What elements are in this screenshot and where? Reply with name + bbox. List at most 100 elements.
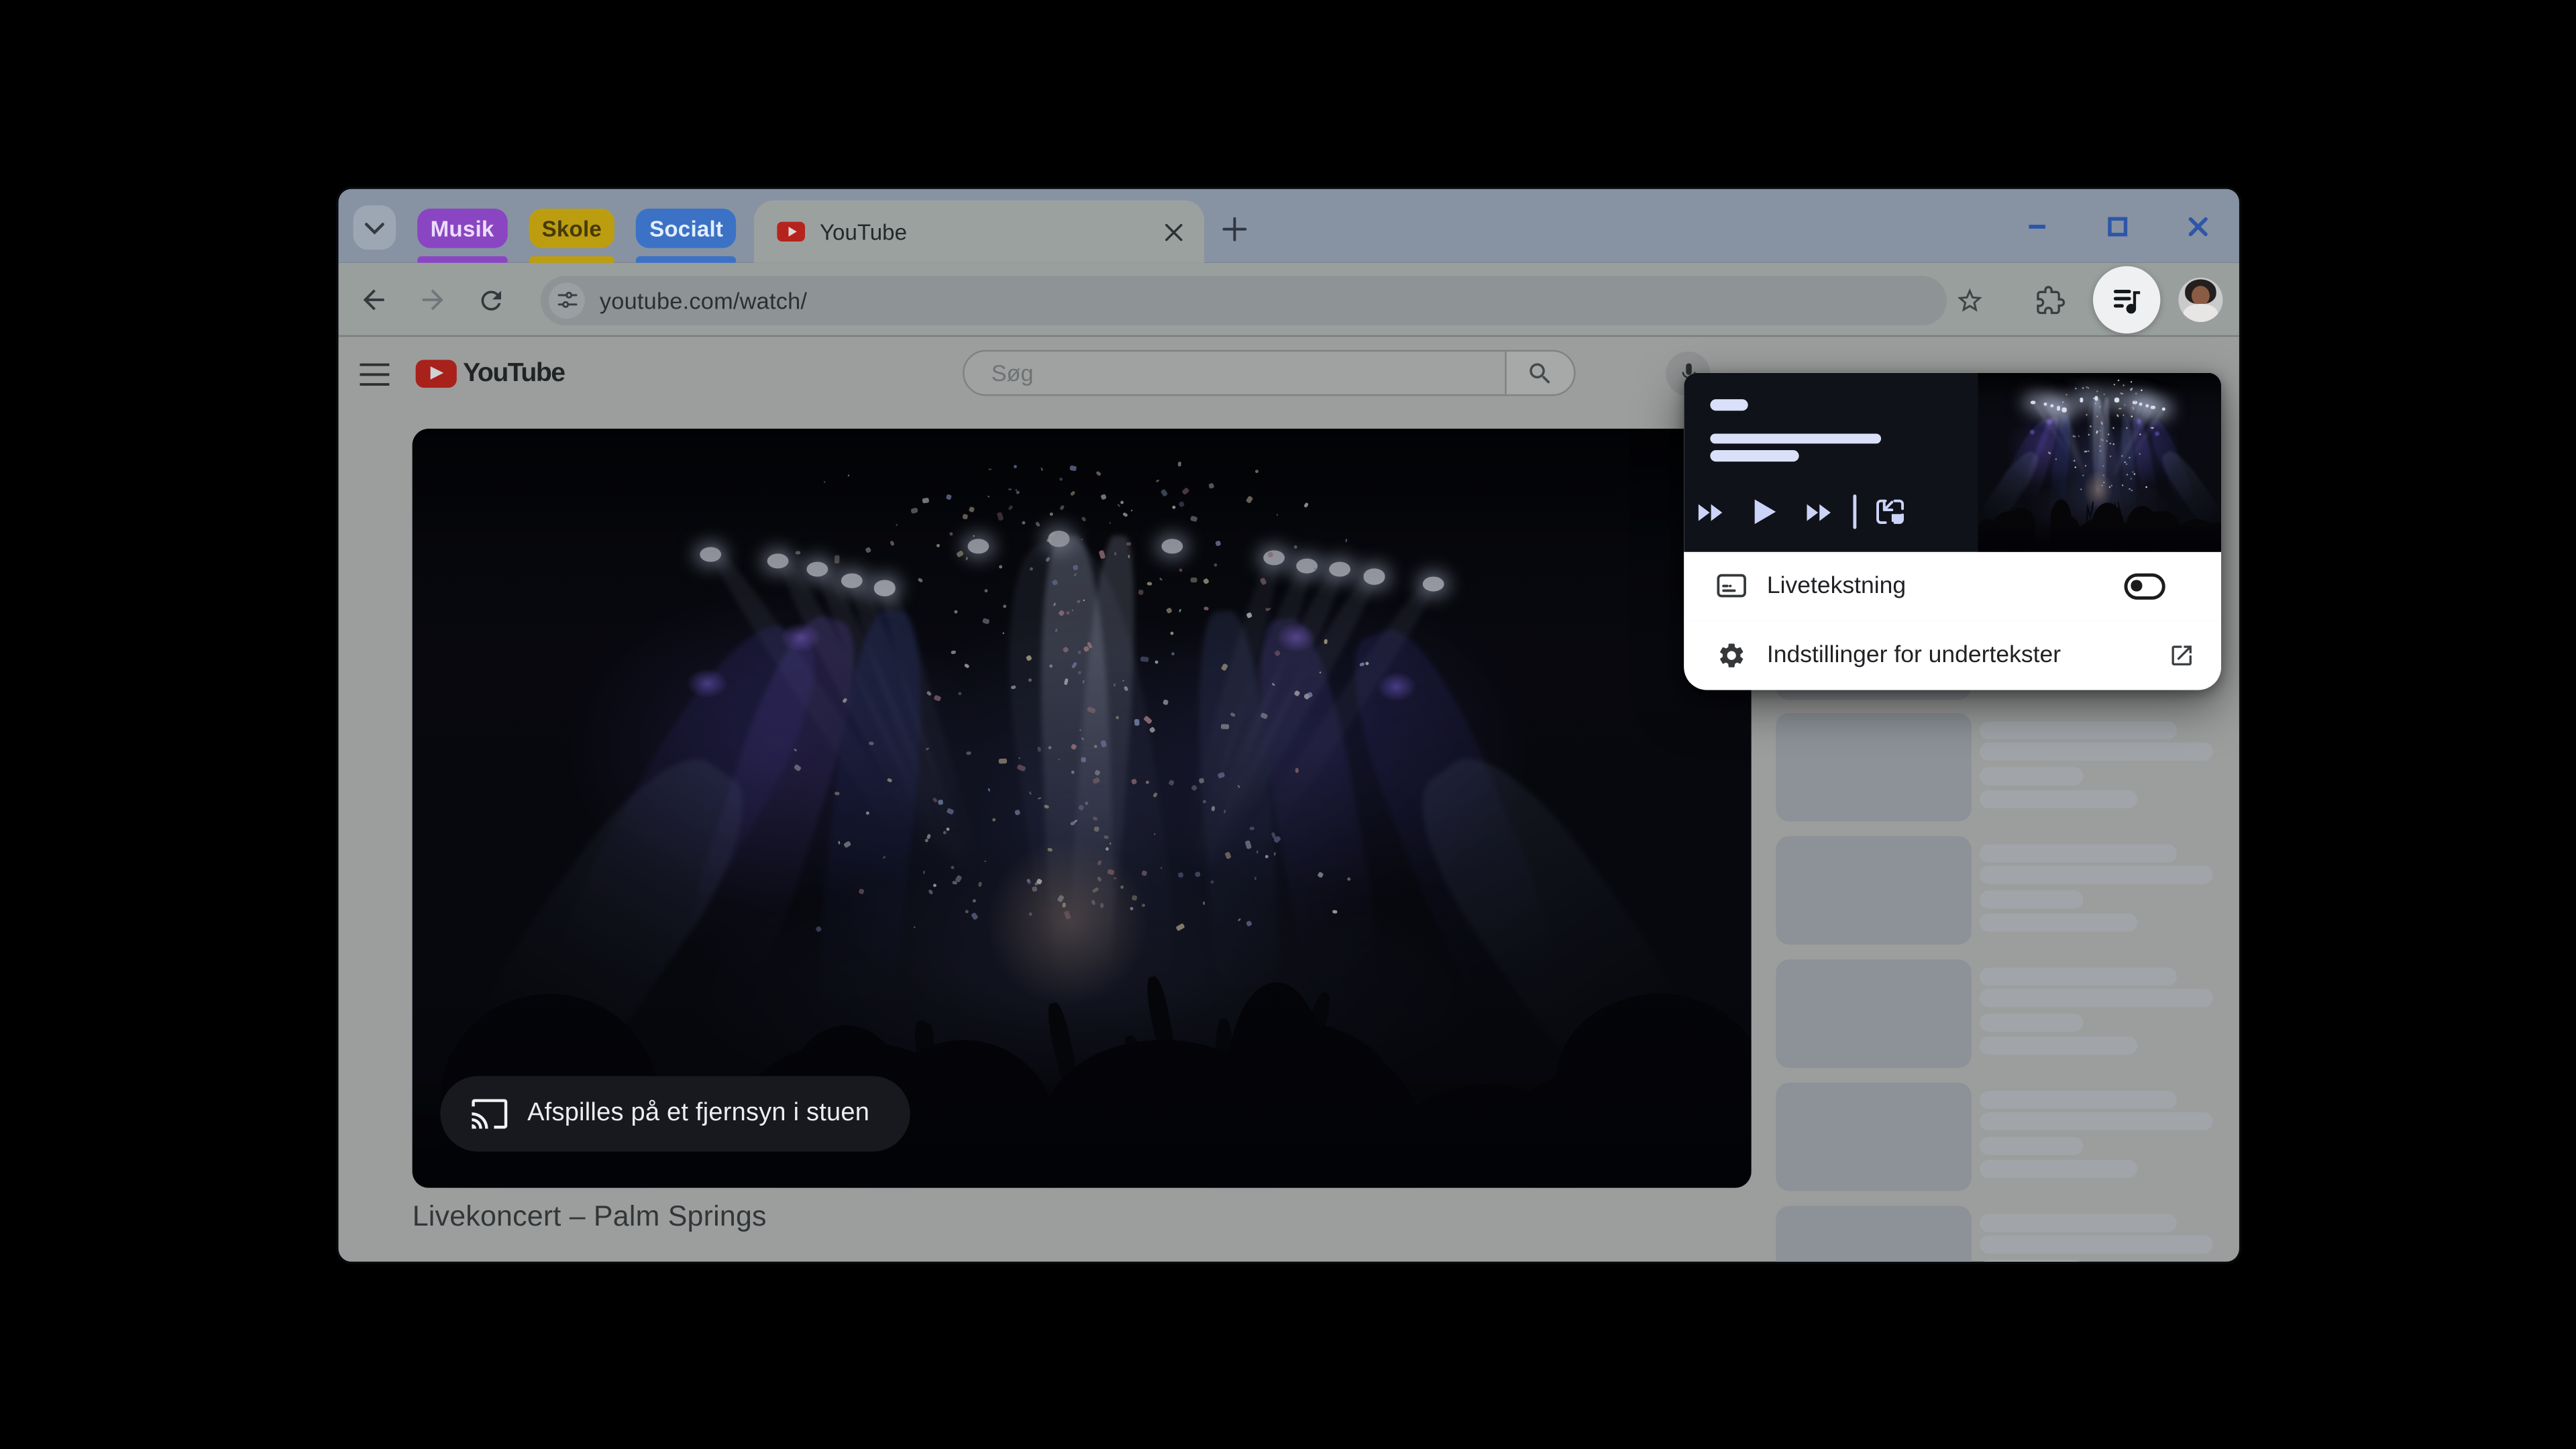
minimize-button[interactable] — [2019, 209, 2055, 245]
tab-close-icon[interactable] — [1159, 217, 1188, 246]
tab-group-chip[interactable]: Musik — [417, 209, 508, 248]
text-skeleton — [1978, 890, 2083, 909]
thumbnail-skeleton — [1776, 712, 1972, 822]
star-icon — [1957, 287, 1982, 311]
window-controls — [2019, 205, 2224, 248]
bookmark-button[interactable] — [1945, 263, 1994, 337]
browser-window: Musik Skole Socialt YouTube youtube.com/… — [338, 189, 2239, 1262]
thumbnail-skeleton — [1776, 836, 1972, 945]
text-skeleton — [1978, 1112, 2212, 1131]
tab-group-chip[interactable]: Socialt — [636, 209, 737, 248]
maximize-button[interactable] — [2100, 209, 2136, 245]
play-button[interactable] — [1738, 490, 1792, 533]
tab-groups: Musik Skole Socialt — [417, 189, 737, 265]
tune-icon — [557, 291, 577, 308]
plus-icon — [1222, 216, 1246, 241]
tab-strip: Musik Skole Socialt YouTube — [338, 189, 2239, 265]
text-skeleton — [1978, 1159, 2137, 1177]
forward-arrow-icon — [421, 289, 443, 311]
reload-icon — [481, 290, 501, 310]
new-tab-button[interactable] — [1216, 210, 1252, 246]
previous-track-button[interactable] — [1684, 490, 1738, 533]
back-button[interactable] — [348, 263, 397, 337]
tab-group-socialt[interactable]: Socialt — [636, 209, 737, 265]
video-title: Livekoncert – Palm Springs — [412, 1199, 767, 1232]
search-bar — [963, 350, 1576, 397]
tab-title: YouTube — [820, 219, 907, 244]
back-arrow-icon — [362, 289, 384, 311]
reload-button[interactable] — [467, 263, 516, 337]
thumbnail-skeleton — [1776, 959, 1972, 1068]
thumbnail-skeleton — [1776, 1205, 1972, 1262]
site-settings-button[interactable] — [548, 282, 585, 318]
text-skeleton — [1978, 720, 2176, 739]
text-skeleton — [1978, 866, 2212, 885]
youtube-wordmark: YouTube — [463, 359, 566, 387]
text-skeleton — [1978, 1236, 2212, 1254]
text-skeleton — [1978, 789, 2137, 808]
forward-button[interactable] — [407, 263, 456, 337]
text-skeleton — [1978, 1136, 2083, 1155]
media-controls-button[interactable] — [2093, 266, 2161, 334]
youtube-logo[interactable]: YouTube — [415, 359, 566, 388]
text-skeleton — [1978, 912, 2137, 931]
browser-toolbar: youtube.com/watch/ — [338, 262, 2239, 337]
text-skeleton — [1978, 1213, 2176, 1232]
youtube-page: YouTube Afspilles på et fjernsyn i stuen — [338, 337, 2239, 1262]
tab-group-skole[interactable]: Skole — [528, 209, 615, 265]
cast-banner-text: Afspilles på et fjernsyn i stuen — [527, 1099, 870, 1128]
media-session-card[interactable] — [1684, 372, 2222, 552]
related-video-skeleton — [1776, 712, 2239, 823]
tab-youtube[interactable]: YouTube — [754, 200, 1205, 263]
search-button[interactable] — [1505, 352, 1575, 395]
profile-avatar[interactable] — [2178, 277, 2223, 323]
tab-group-chip[interactable]: Skole — [528, 209, 615, 248]
text-skeleton — [1978, 843, 2176, 862]
url-text: youtube.com/watch/ — [599, 286, 808, 313]
address-bar[interactable]: youtube.com/watch/ — [540, 275, 1947, 325]
text-skeleton — [1978, 967, 2176, 985]
media-line-skeleton — [1710, 433, 1882, 444]
media-title-skeleton — [1710, 399, 1749, 411]
fast-forward-icon — [1807, 503, 1831, 521]
caption-settings-row[interactable]: Indstillinger for undertekster — [1684, 621, 2222, 690]
related-video-skeleton — [1776, 836, 2239, 947]
guide-menu-button[interactable] — [350, 337, 399, 411]
puzzle-icon — [2037, 285, 2065, 313]
next-track-button[interactable] — [1792, 490, 1847, 533]
search-input[interactable] — [965, 360, 1506, 387]
tab-group-musik[interactable]: Musik — [417, 209, 508, 265]
extensions-button[interactable] — [2026, 263, 2075, 337]
dim-overlay — [1978, 372, 2222, 552]
concert-video-frame — [412, 429, 1752, 1188]
play-icon — [1754, 499, 1776, 525]
rewind-icon — [1698, 503, 1723, 521]
video-player[interactable]: Afspilles på et fjernsyn i stuen — [412, 429, 1752, 1188]
text-skeleton — [1978, 1260, 2083, 1262]
chevron-down-icon — [364, 221, 384, 234]
live-caption-label: Livetekstning — [1766, 573, 1907, 600]
youtube-favicon-icon — [777, 221, 806, 242]
hamburger-icon — [360, 362, 390, 385]
search-icon — [1530, 363, 1551, 384]
youtube-logo-icon — [415, 359, 457, 388]
controls-divider — [1853, 494, 1857, 529]
picture-in-picture-button[interactable] — [1863, 490, 1917, 533]
media-controls-popup: Livetekstning Indstillinger for undertek… — [1684, 372, 2222, 690]
gear-icon — [1716, 640, 1746, 669]
media-line-skeleton — [1710, 451, 1799, 462]
close-window-button[interactable] — [2180, 209, 2216, 245]
open-in-new-icon[interactable] — [2169, 642, 2196, 668]
related-video-skeleton — [1776, 1082, 2239, 1193]
media-artwork — [1978, 372, 2222, 552]
text-skeleton — [1978, 767, 2083, 786]
text-skeleton — [1978, 1089, 2176, 1108]
playlist-music-icon — [2113, 289, 2141, 314]
cast-status-banner[interactable]: Afspilles på et fjernsyn i stuen — [440, 1076, 911, 1152]
tab-search-button[interactable] — [353, 205, 396, 250]
live-caption-toggle[interactable] — [2125, 573, 2166, 600]
text-skeleton — [1978, 1036, 2137, 1055]
live-caption-row[interactable]: Livetekstning — [1684, 551, 2222, 623]
text-skeleton — [1978, 743, 2212, 761]
live-caption-icon — [1716, 572, 1746, 601]
